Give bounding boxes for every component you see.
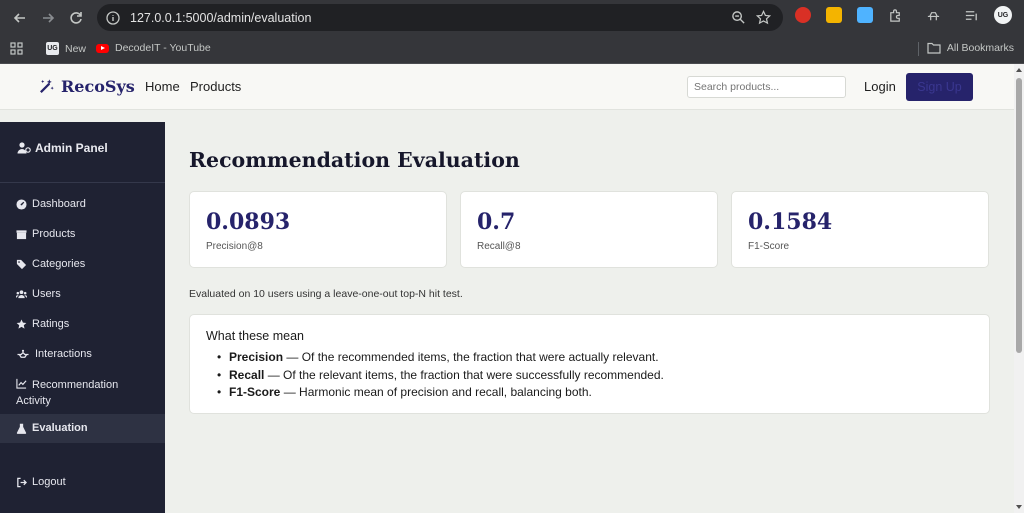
sidebar-item-products[interactable]: Products [16, 228, 75, 240]
tags-icon [16, 259, 27, 270]
metric-value: 0.0893 [206, 209, 291, 235]
list-item: F1-Score — Harmonic mean of precision an… [217, 384, 664, 402]
extensions-puzzle-icon[interactable] [888, 8, 903, 23]
bookmarks-bar: UG New DecodeIT - YouTube All Bookmarks [0, 35, 1024, 64]
page-title: Recommendation Evaluation [189, 148, 520, 172]
logout-icon [17, 477, 27, 488]
sidebar-item-ratings[interactable]: Ratings [16, 318, 69, 330]
metric-card-precision: 0.0893 Precision@8 [189, 191, 447, 268]
metric-label: Precision@8 [206, 241, 263, 252]
brand-logo[interactable]: RecoSys [38, 77, 135, 96]
metric-label: F1-Score [748, 241, 790, 252]
explanation-heading: What these mean [206, 329, 304, 343]
chart-line-icon [16, 378, 27, 389]
sidebar-item-evaluation[interactable]: Evaluation [16, 422, 88, 434]
forward-arrow-icon[interactable] [34, 4, 62, 32]
bookmark-youtube[interactable]: DecodeIT - YouTube [96, 42, 211, 54]
signup-button[interactable]: Sign Up [906, 73, 973, 101]
sidebar-item-logout[interactable]: Logout [16, 476, 66, 488]
metric-card-f1: 0.1584 F1-Score [731, 191, 989, 268]
site-info-icon[interactable] [106, 10, 120, 25]
evaluation-note: Evaluated on 10 users using a leave-one-… [189, 288, 463, 300]
scroll-down-arrow-icon[interactable] [1016, 505, 1022, 509]
zoom-icon[interactable] [731, 10, 746, 25]
hands-icon [17, 349, 29, 358]
explanation-list: Precision — Of the recommended items, th… [217, 349, 664, 402]
nav-home-link[interactable]: Home [145, 79, 180, 94]
nav-products-link[interactable]: Products [190, 79, 241, 94]
apps-grid-icon[interactable] [10, 42, 23, 55]
search-input[interactable] [687, 76, 846, 98]
gauge-icon [16, 199, 27, 210]
back-arrow-icon[interactable] [6, 4, 34, 32]
reload-icon[interactable] [62, 4, 90, 32]
extension-yellow-icon[interactable] [826, 7, 842, 23]
sidebar-title: Admin Panel [17, 141, 108, 155]
sidebar-divider [0, 182, 165, 183]
sidebar-item-recommendation-activity-line2[interactable]: Activity [16, 393, 51, 409]
bookmark-star-icon[interactable] [756, 10, 771, 25]
address-bar[interactable]: 127.0.0.1:5000/admin/evaluation [97, 4, 783, 31]
magic-wand-icon [40, 79, 54, 93]
metric-label: Recall@8 [477, 241, 521, 252]
sidebar-item-recommendation-activity[interactable]: Recommendation [16, 377, 118, 393]
users-icon [16, 290, 27, 299]
all-bookmarks[interactable]: All Bookmarks [927, 42, 1014, 54]
profile-avatar[interactable]: UG [994, 6, 1012, 24]
list-item: Recall — Of the relevant items, the frac… [217, 367, 664, 385]
media-queue-icon[interactable] [964, 8, 979, 23]
metrics-explanation-card: What these mean Precision — Of the recom… [189, 314, 990, 414]
sidebar-item-categories[interactable]: Categories [16, 258, 85, 270]
folder-icon [927, 42, 941, 54]
list-item: Precision — Of the recommended items, th… [217, 349, 664, 367]
metric-value: 0.1584 [748, 209, 833, 235]
sidebar-item-interactions[interactable]: Interactions [16, 348, 92, 360]
flask-icon [16, 423, 27, 434]
extension-blue-icon[interactable] [857, 7, 873, 23]
youtube-icon [96, 43, 109, 53]
bookmarks-separator [918, 42, 919, 56]
extension-red-icon[interactable] [795, 7, 811, 23]
admin-sidebar: Admin Panel Dashboard Products Categorie… [0, 122, 165, 513]
web-page: RecoSys Home Products Login Sign Up Admi… [0, 64, 1014, 513]
login-link[interactable]: Login [864, 79, 896, 94]
star-icon [16, 319, 27, 329]
bookmark-new[interactable]: UG New [46, 42, 86, 55]
metric-value: 0.7 [477, 209, 516, 235]
performance-icon[interactable] [926, 8, 941, 23]
browser-toolbar: 127.0.0.1:5000/admin/evaluation UG [0, 0, 1024, 35]
url-text: 127.0.0.1:5000/admin/evaluation [130, 10, 312, 25]
sidebar-item-dashboard[interactable]: Dashboard [16, 198, 86, 210]
scrollbar-thumb[interactable] [1016, 78, 1022, 353]
page-scrollbar[interactable] [1014, 64, 1024, 513]
site-navbar: RecoSys Home Products Login Sign Up [0, 64, 1014, 110]
bookmark-favicon-icon: UG [46, 42, 59, 55]
box-icon [16, 230, 27, 240]
sidebar-item-users[interactable]: Users [16, 288, 61, 300]
scroll-up-arrow-icon[interactable] [1016, 68, 1022, 72]
user-gear-icon [17, 142, 31, 154]
metric-card-recall: 0.7 Recall@8 [460, 191, 718, 268]
